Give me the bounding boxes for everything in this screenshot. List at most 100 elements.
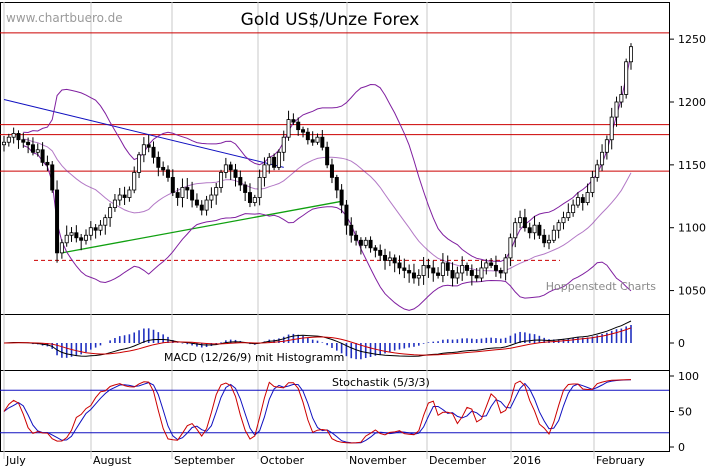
candle-body [571,204,576,214]
candle-body [358,239,363,246]
candle-body [498,270,503,274]
candle-body [339,189,344,206]
candle-body [542,234,547,244]
candle-body [151,146,156,158]
candle-body [503,257,508,274]
x-tick-label: August [93,454,132,466]
candle-body [132,171,137,191]
candle-body [185,187,190,191]
y-tick-label: 1250 [678,33,706,46]
candle-body [74,232,79,239]
stochastic-y-label: 0 [678,441,685,454]
candle-body [26,141,31,146]
candle-body [513,222,518,239]
candle-body [363,239,368,246]
candle-body [320,136,325,148]
candle-body [445,262,450,271]
candle-body [378,249,383,256]
candle-body [243,184,248,193]
candle-body [252,197,257,203]
candle-body [600,151,605,166]
candle-body [455,272,460,279]
candle-body [411,272,416,279]
candle-body [108,207,113,219]
candle-body [575,197,580,206]
candle-body [493,265,498,271]
candle-body [50,164,55,191]
candle-body [35,149,40,153]
candle-body [416,275,421,279]
x-tick-label: November [349,454,407,466]
candle-body [609,116,614,141]
x-tick-label: July [5,454,26,466]
stochastic-y-label: 100 [678,370,699,383]
candle-body [247,192,252,203]
candle-body [474,275,479,279]
candle-body [344,204,349,226]
x-tick-label: 2016 [513,454,541,466]
candle-body [291,119,296,123]
macd-label: MACD (12/26/9) mit Histogramm [164,351,344,364]
x-tick-label: October [260,454,304,466]
candle-body [469,270,474,276]
candle-body [479,267,484,279]
candle-body [40,149,45,163]
candle-body [170,177,175,193]
candle-body [315,136,320,143]
candle-body [21,139,26,143]
candle-body [30,144,35,153]
candle-body [83,234,88,241]
candle-body [16,133,21,141]
candle-body [103,217,108,226]
candle-body [440,262,445,276]
candle-body [228,164,233,171]
candle-body [55,189,60,254]
candle-body [305,131,310,141]
candle-body [137,154,142,173]
candle-body [69,232,74,236]
candle-body [421,265,426,276]
candle-body [146,144,151,148]
candle-body [301,129,306,133]
chart-title: Gold US$/Unze Forex [241,10,420,30]
candle-body [112,199,117,209]
candle-body [508,237,513,259]
stochastic-y-label: 50 [678,406,692,419]
candle-body [262,164,267,178]
candle-body [426,265,431,269]
candle-body [450,270,455,279]
candle-body [214,187,219,196]
axes: July August September October November Decemb… [5,33,706,467]
candle-body [223,164,228,173]
y-tick-label: 1150 [678,159,706,172]
candle-body [209,194,214,201]
candle-body [590,177,595,193]
x-tick-label: September [174,454,235,466]
candle-body [629,46,634,63]
candle-body [6,136,11,143]
candle-body [537,224,542,236]
stochastic-label: Stochastik (5/3/3) [332,376,430,389]
candle-body [59,242,64,254]
candle-body [547,239,552,244]
candle-body [522,217,527,229]
candle-body [551,229,556,241]
candle-body [64,234,69,244]
candle-body [532,224,537,234]
candle-body [175,192,180,198]
candle-body [272,156,277,168]
candle-body [566,212,571,219]
candle-body [180,187,185,198]
candle-body [604,139,609,153]
candle-body [407,270,412,274]
price-panel [0,32,669,311]
candle-body [580,197,585,203]
candle-body [354,234,359,241]
candle-body [373,247,378,251]
candle-body [595,164,600,178]
candle-body [489,262,494,266]
candle-body [329,164,334,178]
gold-chart-svg: July August September October November Decemb… [0,2,706,467]
candle-body [238,177,243,186]
candle-body [349,224,354,236]
